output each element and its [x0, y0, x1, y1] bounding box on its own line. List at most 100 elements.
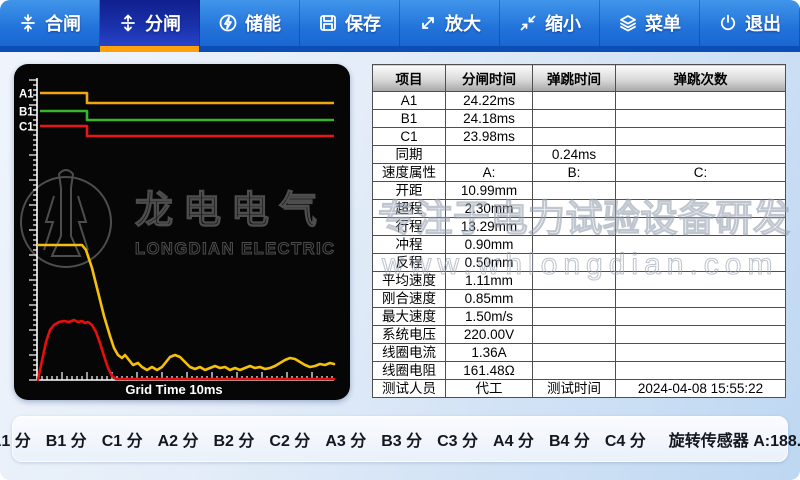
tab-open[interactable]: 分闸	[100, 0, 200, 52]
tab-charge[interactable]: 储能	[200, 0, 300, 52]
table-row: A124.22ms	[373, 92, 786, 110]
waveform-panel[interactable]: 龙电电气LONGDIAN ELECTRICA1B1C1Grid Time 10m…	[14, 64, 350, 400]
table-cell	[533, 110, 616, 128]
table-cell	[533, 182, 616, 200]
table-cell	[533, 344, 616, 362]
table-cell	[533, 362, 616, 380]
svg-text:A1: A1	[19, 89, 34, 101]
table-cell: C1	[373, 128, 446, 146]
table-cell	[446, 146, 533, 164]
phase-status-list: A1 分B1 分C1 分A2 分B2 分C2 分A3 分B3 分C3 分A4 分…	[0, 427, 646, 451]
table-cell: 10.99mm	[446, 182, 533, 200]
open-switch-icon	[118, 13, 138, 33]
table-cell	[533, 200, 616, 218]
phase-status-item: B2 分	[214, 427, 255, 451]
tab-label: 放大	[445, 10, 481, 36]
table-row: 线圈电流1.36A	[373, 344, 786, 362]
table-cell: 超程	[373, 200, 446, 218]
table-row: 平均速度1.11mm	[373, 272, 786, 290]
table-header-row: 项目 分闸时间 弹跳时间 弹跳次数	[373, 65, 786, 92]
phase-status-item: B3 分	[381, 427, 422, 451]
table-cell: B1	[373, 110, 446, 128]
col-header-bounce-time: 弹跳时间	[533, 65, 616, 92]
table-cell: 1.36A	[446, 344, 533, 362]
table-cell: B:	[533, 164, 616, 182]
table-cell	[533, 254, 616, 272]
results-table-wrap: 项目 分闸时间 弹跳时间 弹跳次数 A124.22msB124.18msC123…	[372, 64, 785, 398]
table-cell: 测试人员	[373, 380, 446, 398]
table-cell	[616, 254, 786, 272]
status-bar: A1 分B1 分C1 分A2 分B2 分C2 分A3 分B3 分C3 分A4 分…	[12, 416, 788, 462]
tab-close[interactable]: 合闸	[0, 0, 100, 52]
table-cell: 最大速度	[373, 308, 446, 326]
tab-menu[interactable]: 菜单	[600, 0, 700, 52]
table-cell: 0.50mm	[446, 254, 533, 272]
table-row: 超程2.30mm	[373, 200, 786, 218]
table-cell: 1.11mm	[446, 272, 533, 290]
table-row: 反程0.50mm	[373, 254, 786, 272]
tab-zoom-out[interactable]: 缩小	[500, 0, 600, 52]
table-cell: 测试时间	[533, 380, 616, 398]
table-row: C123.98ms	[373, 128, 786, 146]
waveform-chart: 龙电电气LONGDIAN ELECTRICA1B1C1Grid Time 10m…	[14, 64, 350, 400]
svg-text:Grid Time 10ms: Grid Time 10ms	[125, 382, 222, 397]
phase-status-item: B1 分	[46, 427, 87, 451]
table-cell: 24.18ms	[446, 110, 533, 128]
table-cell: 速度属性	[373, 164, 446, 182]
table-row: 测试人员代工测试时间2024-04-08 15:55:22	[373, 380, 786, 398]
tab-underline	[500, 46, 599, 52]
table-row: 速度属性A:B:C:	[373, 164, 786, 182]
tab-underline	[0, 46, 99, 52]
tab-exit[interactable]: 退出	[700, 0, 800, 52]
table-cell	[533, 290, 616, 308]
table-row: 刚合速度0.85mm	[373, 290, 786, 308]
menu-layers-icon	[618, 13, 638, 33]
table-cell	[533, 236, 616, 254]
rotary-sensor-readout: 旋转传感器 A:188.4	[669, 427, 800, 451]
table-cell	[533, 128, 616, 146]
table-cell	[616, 200, 786, 218]
tab-underline	[300, 46, 399, 52]
table-cell	[616, 308, 786, 326]
power-icon	[718, 13, 738, 33]
table-cell: 线圈电流	[373, 344, 446, 362]
table-cell	[616, 128, 786, 146]
tab-save[interactable]: 保存	[300, 0, 400, 52]
tab-label: 保存	[345, 10, 381, 36]
table-row: 系统电压220.00V	[373, 326, 786, 344]
tab-zoom-in[interactable]: 放大	[400, 0, 500, 52]
table-row: 线圈电阻161.48Ω	[373, 362, 786, 380]
table-cell	[616, 236, 786, 254]
table-cell: 刚合速度	[373, 290, 446, 308]
phase-status-item: A2 分	[158, 427, 199, 451]
table-cell	[616, 362, 786, 380]
toolbar: 合闸 分闸 储能 保存	[0, 0, 800, 52]
table-cell	[533, 326, 616, 344]
table-cell: 2024-04-08 15:55:22	[616, 380, 786, 398]
table-cell: 代工	[446, 380, 533, 398]
table-cell: 反程	[373, 254, 446, 272]
table-cell	[533, 92, 616, 110]
table-cell	[616, 110, 786, 128]
table-cell: 0.24ms	[533, 146, 616, 164]
table-cell: 2.30mm	[446, 200, 533, 218]
table-cell: A1	[373, 92, 446, 110]
table-cell	[616, 146, 786, 164]
zoom-in-icon	[418, 13, 438, 33]
table-cell	[616, 272, 786, 290]
table-cell: 0.90mm	[446, 236, 533, 254]
col-header-bounce-count: 弹跳次数	[616, 65, 786, 92]
table-cell	[616, 344, 786, 362]
table-cell: 开距	[373, 182, 446, 200]
table-cell: 220.00V	[446, 326, 533, 344]
table-cell: 系统电压	[373, 326, 446, 344]
table-cell: 23.98ms	[446, 128, 533, 146]
tab-label: 菜单	[645, 10, 681, 36]
tab-underline	[100, 46, 199, 52]
phase-status-item: C2 分	[269, 427, 310, 451]
tab-label: 缩小	[545, 10, 581, 36]
table-cell	[533, 308, 616, 326]
table-cell: 1.50m/s	[446, 308, 533, 326]
table-cell: 161.48Ω	[446, 362, 533, 380]
phase-status-item: A4 分	[493, 427, 534, 451]
